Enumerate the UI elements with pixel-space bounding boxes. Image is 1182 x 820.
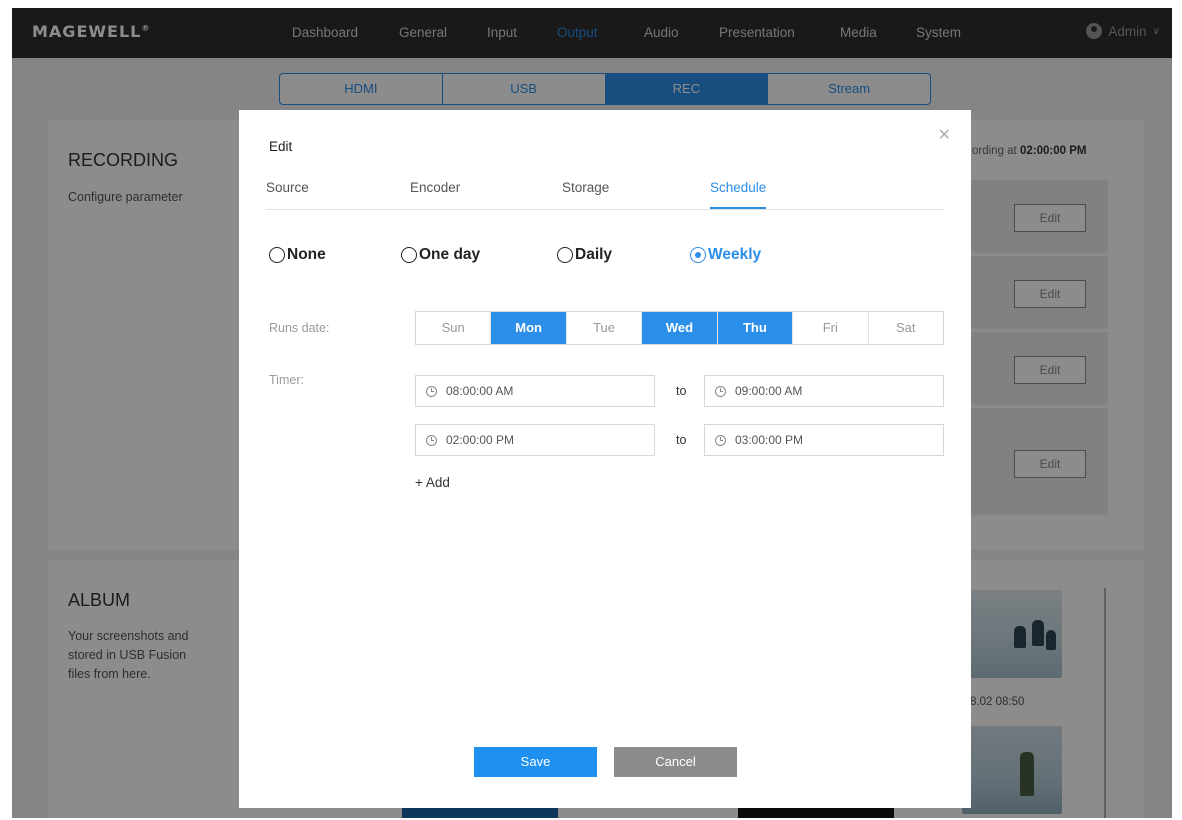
timer-end-input[interactable]: 03:00:00 PM — [704, 424, 944, 456]
day-wed[interactable]: Wed — [642, 312, 718, 344]
schedule-option-one-day[interactable]: One day — [401, 246, 480, 264]
clock-icon — [426, 434, 437, 446]
timer-to-label: to — [676, 433, 687, 447]
runs-date-label: Runs date: — [269, 321, 330, 335]
close-icon[interactable]: ✕ — [938, 128, 951, 144]
day-tue[interactable]: Tue — [567, 312, 643, 344]
weekday-selector: Sun Mon Tue Wed Thu Fri Sat — [415, 311, 944, 345]
timer-to-label: to — [676, 384, 687, 398]
radio-checked-icon — [690, 247, 706, 263]
day-mon[interactable]: Mon — [491, 312, 567, 344]
tab-source[interactable]: Source — [266, 180, 309, 209]
add-timer-button[interactable]: + Add — [415, 475, 450, 490]
edit-schedule-dialog: Edit ✕ Source Encoder Storage Schedule N… — [239, 110, 971, 808]
schedule-option-weekly[interactable]: Weekly — [690, 246, 761, 264]
tab-encoder[interactable]: Encoder — [410, 180, 460, 209]
tab-schedule[interactable]: Schedule — [710, 180, 767, 209]
clock-icon — [715, 434, 726, 446]
day-fri[interactable]: Fri — [793, 312, 869, 344]
clock-icon — [426, 385, 437, 397]
radio-circle-icon — [401, 247, 417, 263]
app-window: MAGEWELL® Dashboard General Input Output… — [12, 8, 1172, 818]
day-thu[interactable]: Thu — [717, 312, 794, 344]
schedule-option-daily[interactable]: Daily — [557, 246, 612, 264]
tab-storage[interactable]: Storage — [562, 180, 609, 209]
timer-label: Timer: — [269, 373, 304, 387]
dialog-title: Edit — [269, 139, 293, 154]
schedule-option-none[interactable]: None — [269, 246, 326, 264]
radio-circle-icon — [269, 247, 285, 263]
day-sat[interactable]: Sat — [869, 312, 943, 344]
timer-start-input[interactable]: 02:00:00 PM — [415, 424, 655, 456]
dialog-tabs: Source Encoder Storage Schedule — [266, 176, 944, 210]
timer-start-input[interactable]: 08:00:00 AM — [415, 375, 655, 407]
save-button[interactable]: Save — [474, 747, 597, 777]
radio-circle-icon — [557, 247, 573, 263]
day-sun[interactable]: Sun — [416, 312, 492, 344]
clock-icon — [715, 385, 726, 397]
cancel-button[interactable]: Cancel — [614, 747, 737, 777]
timer-end-input[interactable]: 09:00:00 AM — [704, 375, 944, 407]
